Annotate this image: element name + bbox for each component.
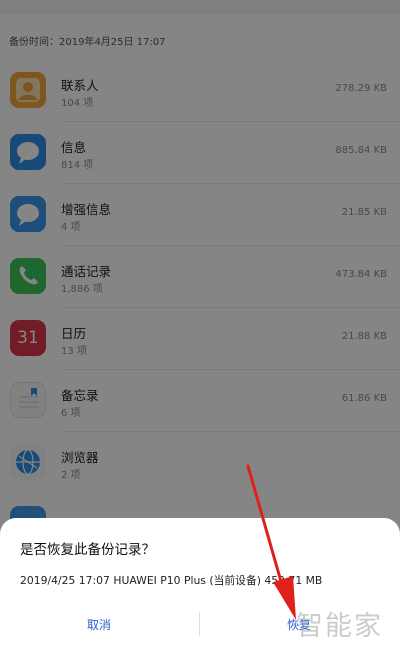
cancel-button[interactable]: 取消	[4, 604, 194, 644]
dialog-detail: 2019/4/25 17:07 HUAWEI P10 Plus (当前设备) 4…	[20, 574, 323, 587]
dialog-title: 是否恢复此备份记录？	[20, 542, 155, 558]
button-divider	[199, 612, 200, 636]
watermark: 智能家	[296, 611, 383, 642]
